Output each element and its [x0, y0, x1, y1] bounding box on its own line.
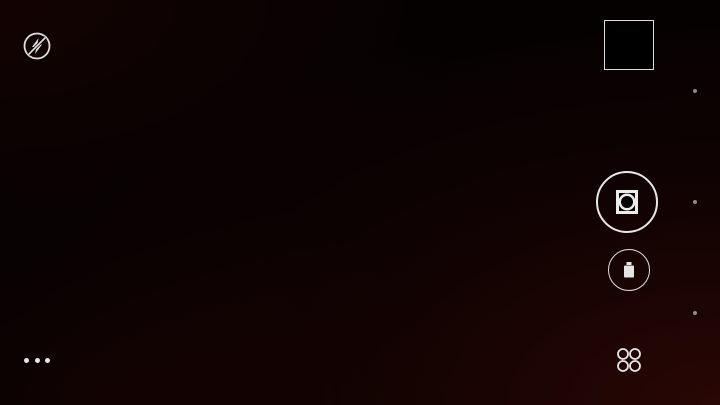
more-dot: [24, 357, 29, 363]
video-camera-icon: [624, 262, 634, 278]
more-dot: [45, 357, 50, 363]
flash-off-icon: [23, 32, 51, 60]
more-dot: [34, 357, 40, 363]
flash-toggle-button[interactable]: [22, 31, 52, 61]
edge-indicator-dot: [693, 200, 697, 204]
edge-indicator-dot: [693, 89, 697, 93]
camera-modes-button[interactable]: [614, 345, 644, 375]
more-options-button[interactable]: [24, 350, 50, 370]
video-record-button[interactable]: [608, 249, 650, 291]
edge-indicator-dot: [693, 311, 697, 315]
camera-modes-icon: [617, 348, 641, 372]
camera-shutter-icon: [616, 190, 638, 214]
last-photo-thumbnail[interactable]: [604, 20, 654, 70]
shutter-button[interactable]: [596, 171, 658, 233]
